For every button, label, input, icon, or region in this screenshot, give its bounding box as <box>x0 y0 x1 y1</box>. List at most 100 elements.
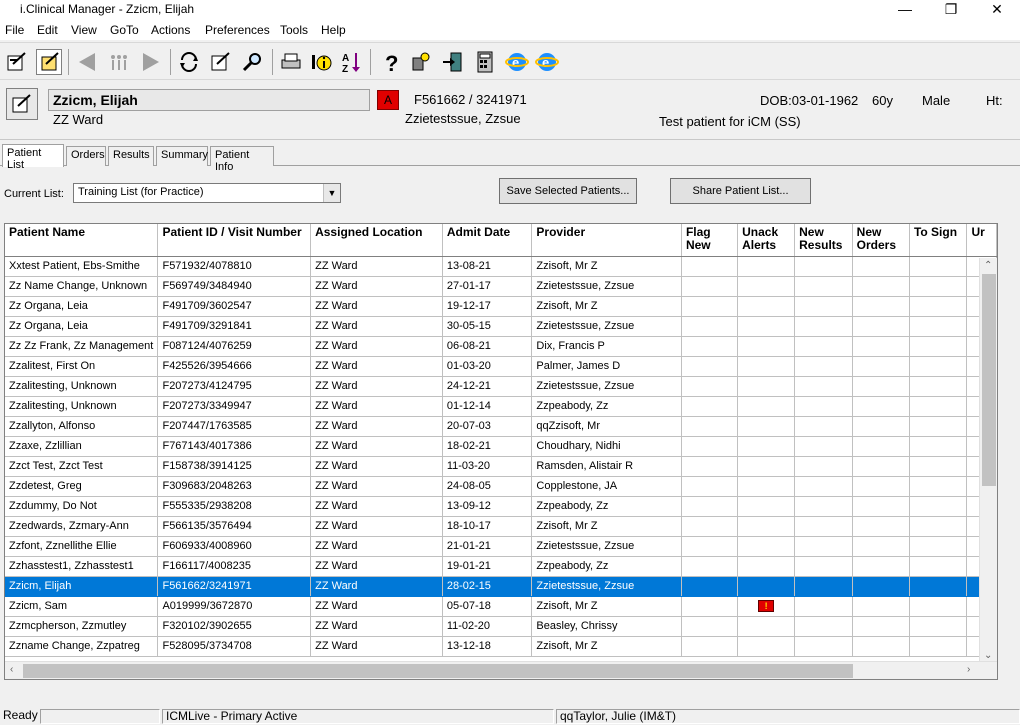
table-row[interactable]: Zz Name Change, Unknown F569749/3484940 ZZ… <box>5 276 997 297</box>
tab-summary[interactable]: Summary <box>156 146 208 166</box>
table-row[interactable]: Zz Organa, Leia F491709/3291841 ZZ Ward 30-… <box>5 316 997 337</box>
table-row[interactable]: Zz Organa, Leia F491709/3602547 ZZ Ward 19-… <box>5 296 997 317</box>
table-row[interactable]: Xxtest Patient, Ebs-Smithe F571932/407881… <box>5 256 997 277</box>
exit-icon[interactable] <box>440 49 466 75</box>
alert-flag-icon[interactable]: ! <box>758 600 775 612</box>
table-row[interactable]: Zzhasstest1, Zzhasstest1 F166117/4008235 Z… <box>5 556 997 577</box>
table-cell: Zzfont, Zznellithe Ellie <box>5 536 159 557</box>
find-patient-icon[interactable] <box>240 49 266 75</box>
table-cell: ZZ Ward <box>310 456 443 477</box>
table-row[interactable]: Zzmcpherson, Zzmutley F320102/3902655 ZZ W… <box>5 616 997 637</box>
tab-patient-info[interactable]: Patient Info <box>210 146 274 173</box>
table-cell: F528095/3734708 <box>157 636 312 657</box>
menu-goto[interactable]: GoTo <box>110 23 139 37</box>
table-cell <box>909 596 968 617</box>
column-header[interactable]: Ur <box>966 224 997 257</box>
table-row[interactable]: Zzct Test, Zzct Test F158738/3914125 ZZ Wa… <box>5 456 997 477</box>
menu-preferences[interactable]: Preferences <box>205 23 270 37</box>
column-header[interactable]: Patient ID / Visit Number <box>157 224 312 257</box>
table-cell: Zzname Change, Zzpatreg <box>5 636 159 657</box>
table-row[interactable]: Zzicm, Sam A019999/3672870 ZZ Ward 05-07-18… <box>5 596 997 617</box>
column-header[interactable]: Provider <box>531 224 682 257</box>
save-selected-patients-button[interactable]: Save Selected Patients... <box>499 178 637 204</box>
column-header-label: New <box>856 225 882 239</box>
sort-az-icon[interactable]: AZ <box>338 49 364 75</box>
edit-note-icon[interactable] <box>208 49 234 75</box>
column-header[interactable]: Unack Alerts <box>737 224 796 257</box>
menu-file[interactable]: File <box>5 23 24 37</box>
table-cell: 11-03-20 <box>442 456 533 477</box>
back-arrow-icon[interactable] <box>74 49 100 75</box>
forward-arrow-icon[interactable] <box>138 49 164 75</box>
menu-help[interactable]: Help <box>321 23 346 37</box>
horizontal-scrollbar[interactable]: ‹ › <box>5 661 997 679</box>
minimize-button[interactable]: — <box>882 0 928 20</box>
table-row[interactable]: Zzdummy, Do Not F555335/2938208 ZZ Ward 13-… <box>5 496 997 517</box>
table-row[interactable]: Zzname Change, Zzpatreg F528095/3734708 ZZ… <box>5 636 997 657</box>
browser-icon-2[interactable]: e <box>534 49 560 75</box>
patient-notes-icon[interactable] <box>6 88 38 120</box>
table-row[interactable]: Zzalitesting, Unknown F207273/4124795 ZZ W… <box>5 376 997 397</box>
close-button[interactable]: ✕ <box>974 0 1020 20</box>
column-header[interactable]: Admit Date <box>442 224 533 257</box>
table-row[interactable]: Zzaxe, Zzlillian F767143/4017386 ZZ Ward 18… <box>5 436 997 457</box>
tab-orders[interactable]: Orders <box>66 146 106 166</box>
table-row[interactable]: Zzicm, Elijah F561662/3241971 ZZ Ward 28-02… <box>5 576 997 597</box>
restore-button[interactable]: ❐ <box>928 0 974 20</box>
scroll-up-icon[interactable]: ⌃ <box>984 260 992 271</box>
table-cell <box>737 516 796 537</box>
current-list-dropdown[interactable]: Training List (for Practice) ▼ <box>73 183 341 203</box>
tools-icon[interactable] <box>408 49 434 75</box>
vertical-scrollbar[interactable]: ⌃ ⌄ <box>979 258 997 663</box>
tab-patient-list[interactable]: Patient List <box>2 144 64 171</box>
info-icon[interactable] <box>308 49 334 75</box>
print-icon[interactable] <box>278 49 304 75</box>
tab-results[interactable]: Results <box>108 146 154 166</box>
table-row[interactable]: Zzfont, Zznellithe Ellie F606933/4008960 Z… <box>5 536 997 557</box>
share-patient-list-button[interactable]: Share Patient List... <box>670 178 811 204</box>
scroll-right-icon[interactable]: › <box>967 664 970 675</box>
table-row[interactable]: Zzalitesting, Unknown F207273/3349947 ZZ W… <box>5 396 997 417</box>
table-row[interactable]: Zz Zz Frank, Zz Management F087124/407625… <box>5 336 997 357</box>
calculator-icon[interactable] <box>472 49 498 75</box>
toolbar: AZ ? e e <box>0 42 1020 80</box>
patient-chart-icon[interactable] <box>4 49 30 75</box>
refresh-icon[interactable] <box>176 49 202 75</box>
column-header[interactable]: Flag New <box>681 224 739 257</box>
table-cell <box>681 416 739 437</box>
table-cell: F566135/3576494 <box>157 516 312 537</box>
people-icon[interactable] <box>106 49 132 75</box>
menu-view[interactable]: View <box>71 23 97 37</box>
table-cell <box>737 416 796 437</box>
browser-icon[interactable]: e <box>504 49 530 75</box>
table-cell: Zzisoft, Mr Z <box>531 636 682 657</box>
table-row[interactable]: Zzallyton, Alfonso F207447/1763585 ZZ Ward… <box>5 416 997 437</box>
allergy-alert-badge[interactable]: A <box>377 90 399 110</box>
scroll-down-icon[interactable]: ⌄ <box>984 650 992 661</box>
table-row[interactable]: Zzdetest, Greg F309683/2048263 ZZ Ward 24-0… <box>5 476 997 497</box>
column-header[interactable]: Patient Name <box>5 224 159 257</box>
column-header[interactable]: To Sign <box>909 224 968 257</box>
table-cell: 18-10-17 <box>442 516 533 537</box>
menu-edit[interactable]: Edit <box>37 23 58 37</box>
table-cell <box>681 596 739 617</box>
menu-tools[interactable]: Tools <box>280 23 308 37</box>
vertical-scroll-thumb[interactable] <box>982 274 996 486</box>
table-cell <box>737 336 796 357</box>
help-icon[interactable]: ? <box>378 49 404 75</box>
table-cell: ZZ Ward <box>310 356 443 377</box>
patient-list-icon[interactable] <box>36 49 62 75</box>
table-row[interactable]: Zzalitest, First On F425526/3954666 ZZ War… <box>5 356 997 377</box>
menu-actions[interactable]: Actions <box>151 23 190 37</box>
column-header[interactable]: New Results <box>794 224 853 257</box>
chevron-down-icon[interactable]: ▼ <box>323 184 340 202</box>
status-ready: Ready <box>3 708 38 722</box>
patient-name: Zzicm, Elijah <box>48 89 370 111</box>
horizontal-scroll-thumb[interactable] <box>23 664 853 678</box>
column-header[interactable]: New Orders <box>852 224 910 257</box>
scroll-left-icon[interactable]: ‹ <box>10 664 13 675</box>
table-cell <box>794 396 853 417</box>
column-header[interactable]: Assigned Location <box>310 224 443 257</box>
table-cell: qqZzisoft, Mr <box>531 416 682 437</box>
table-row[interactable]: Zzedwards, Zzmary-Ann F566135/3576494 ZZ W… <box>5 516 997 537</box>
